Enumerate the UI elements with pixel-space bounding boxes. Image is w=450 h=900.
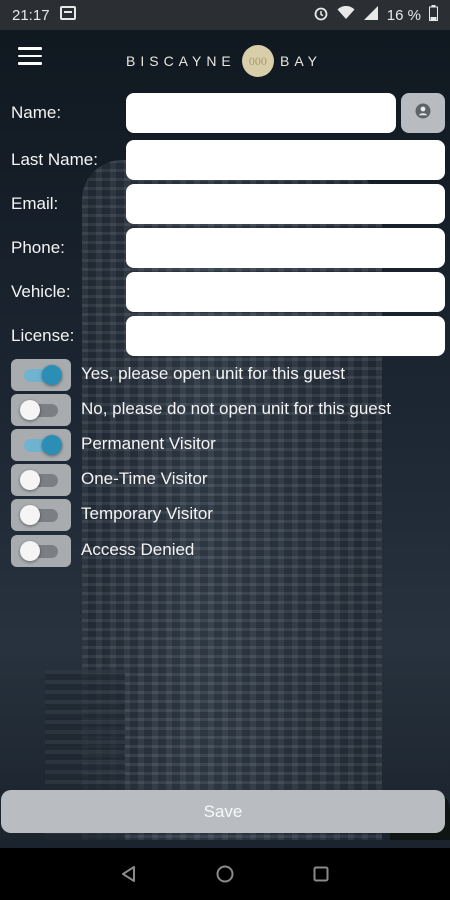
battery-level: 16 %	[386, 6, 421, 24]
one-time-visitor-toggle[interactable]	[11, 464, 71, 496]
home-icon[interactable]	[212, 861, 238, 887]
notification-icon	[59, 6, 76, 24]
toggle-row-permanent: Permanent Visitor	[0, 429, 450, 461]
status-bar: 21:17 16 %	[0, 0, 450, 30]
toggle-label: One-Time Visitor	[81, 469, 208, 488]
vehicle-row: Vehicle:	[0, 272, 450, 312]
menu-icon[interactable]	[18, 47, 42, 67]
battery-icon	[429, 5, 438, 25]
back-icon[interactable]	[116, 861, 142, 887]
vehicle-label: Vehicle:	[11, 282, 71, 301]
phone-row: Phone:	[0, 228, 450, 268]
last-name-label: Last Name:	[11, 150, 98, 169]
logo-text-right: BAY	[280, 53, 322, 69]
contact-icon	[415, 103, 431, 124]
permanent-visitor-toggle[interactable]	[11, 429, 71, 461]
phone-label: Phone:	[11, 238, 65, 257]
vehicle-field[interactable]	[126, 272, 445, 312]
access-denied-toggle[interactable]	[11, 535, 71, 567]
toggle-row-one-time: One-Time Visitor	[0, 464, 450, 496]
name-row: Name:	[0, 93, 450, 133]
toggle-row-temporary: Temporary Visitor	[0, 499, 450, 531]
temporary-visitor-toggle[interactable]	[11, 499, 71, 531]
name-field[interactable]	[126, 93, 396, 133]
license-field[interactable]	[126, 316, 445, 356]
toggle-row-do-not-open: No, please do not open unit for this gue…	[0, 394, 450, 426]
app-bar: BISCAYNE 000 BAY	[0, 30, 450, 88]
alarm-icon	[313, 5, 329, 25]
license-label: License:	[11, 326, 75, 345]
email-field[interactable]	[126, 184, 445, 224]
toggle-label: Access Denied	[81, 540, 195, 559]
license-row: License:	[0, 316, 450, 356]
open-unit-toggle[interactable]	[11, 359, 71, 391]
contact-picker-button[interactable]	[401, 93, 445, 133]
toggle-label: Temporary Visitor	[81, 504, 213, 523]
signal-icon	[363, 5, 379, 25]
phone-field[interactable]	[126, 228, 445, 268]
toggle-label: Yes, please open unit for this guest	[81, 364, 345, 383]
toggle-label: No, please do not open unit for this gue…	[81, 399, 391, 418]
toggle-label: Permanent Visitor	[81, 434, 216, 453]
logo-badge: 000	[241, 45, 274, 77]
save-button[interactable]: Save	[1, 790, 445, 833]
navigation-bar	[0, 848, 450, 900]
status-time: 21:17	[12, 6, 50, 24]
email-row: Email:	[0, 184, 450, 224]
logo-text-left: BISCAYNE	[126, 53, 236, 69]
toggle-row-access-denied: Access Denied	[0, 535, 450, 567]
name-label: Name:	[11, 103, 62, 122]
email-label: Email:	[11, 194, 59, 213]
do-not-open-unit-toggle[interactable]	[11, 394, 71, 426]
toggle-row-open-unit: Yes, please open unit for this guest	[0, 359, 450, 391]
wifi-icon	[337, 5, 355, 24]
logo: BISCAYNE 000 BAY	[126, 44, 322, 78]
last-name-row: Last Name:	[0, 140, 450, 180]
last-name-field[interactable]	[126, 140, 445, 180]
recents-icon[interactable]	[308, 861, 334, 887]
